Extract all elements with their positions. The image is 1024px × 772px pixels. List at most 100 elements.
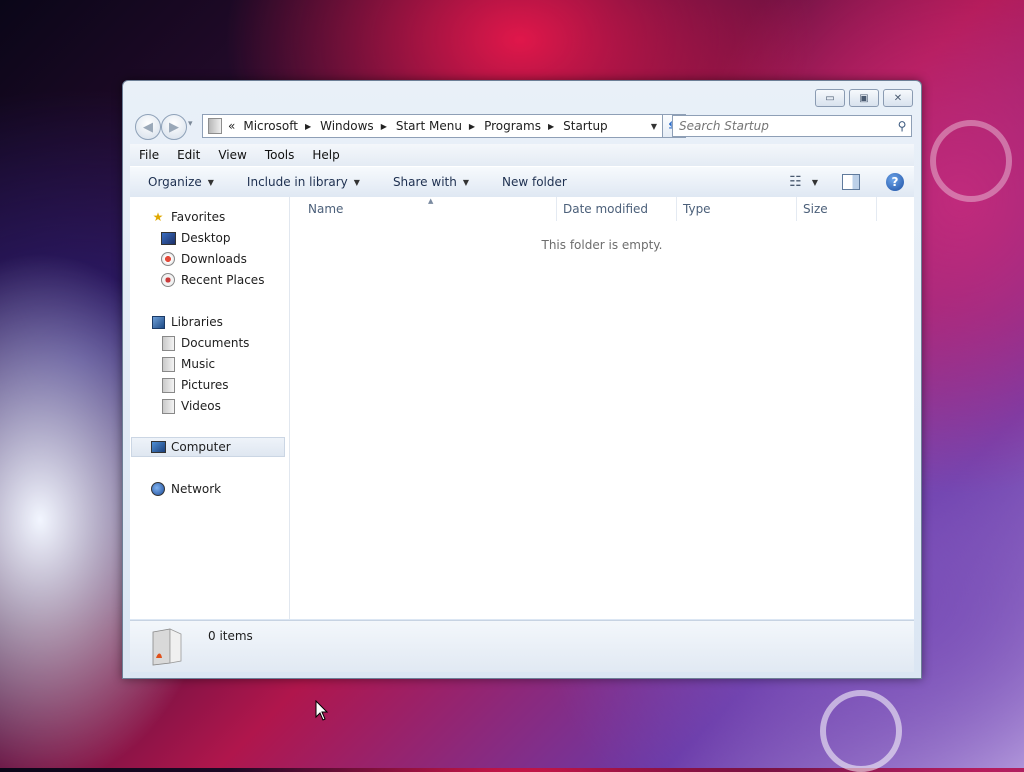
preview-pane-icon[interactable] [842, 174, 860, 190]
menu-edit[interactable]: Edit [168, 148, 209, 162]
libraries-icon [150, 314, 166, 330]
breadcrumb-segment[interactable]: Microsoft ▶ [241, 119, 314, 133]
minimize-button[interactable]: ▭ [815, 89, 845, 107]
caption-buttons: ▭ ▣ ✕ [815, 89, 913, 107]
new-folder-label: New folder [502, 175, 567, 189]
nav-computer[interactable]: Computer [131, 437, 285, 457]
nav-network[interactable]: Network [150, 479, 221, 499]
network-icon [150, 481, 166, 497]
organize-button[interactable]: Organize ▼ [130, 175, 229, 189]
column-name[interactable]: Name [290, 197, 557, 221]
explorer-window: ▭ ▣ ✕ ◀ ▶ ▾ « Microsoft ▶ Windows ▶ Star… [122, 80, 922, 679]
nav-desktop[interactable]: Desktop [160, 228, 231, 248]
search-input[interactable] [673, 118, 893, 134]
breadcrumb-segment[interactable]: Programs ▶ [482, 119, 557, 133]
nav-libraries[interactable]: Libraries [150, 312, 223, 332]
documents-icon [160, 335, 176, 351]
nav-documents-label: Documents [181, 336, 250, 350]
menu-file[interactable]: File [130, 148, 168, 162]
forward-button[interactable]: ▶ [161, 114, 187, 140]
nav-videos-label: Videos [181, 399, 221, 413]
chevron-right-icon[interactable]: ▶ [378, 122, 390, 131]
menu-help[interactable]: Help [303, 148, 348, 162]
nav-music-label: Music [181, 357, 216, 371]
folder-icon [208, 118, 222, 134]
address-bar[interactable]: « Microsoft ▶ Windows ▶ Start Menu ▶ Pro… [202, 114, 664, 138]
help-icon[interactable]: ? [886, 173, 904, 191]
navigation-pane: ★ Favorites Desktop Downloads Recent Pla… [130, 197, 290, 619]
mouse-pointer-icon [315, 700, 329, 721]
include-in-library-button[interactable]: Include in library ▼ [229, 175, 375, 189]
organize-label: Organize [148, 175, 202, 189]
nav-network-label: Network [171, 482, 222, 496]
downloads-icon [160, 251, 176, 267]
search-box[interactable]: ⚲ [672, 115, 912, 137]
chevron-down-icon[interactable]: ▼ [812, 178, 818, 187]
computer-icon [150, 439, 166, 455]
share-with-label: Share with [392, 175, 457, 189]
address-dropdown-icon[interactable]: ▼ [645, 122, 663, 131]
breadcrumb-startup[interactable]: Startup [561, 119, 612, 133]
nav-computer-label: Computer [171, 440, 231, 454]
file-list[interactable]: ▲ Name Date modified Type Size This fold… [290, 197, 914, 619]
chevron-down-icon: ▼ [353, 177, 360, 187]
view-list-icon: ☷ [789, 174, 802, 190]
share-with-button[interactable]: Share with ▼ [375, 175, 484, 189]
nav-documents[interactable]: Documents [160, 333, 249, 353]
breadcrumb-segment[interactable]: Windows ▶ [318, 119, 390, 133]
breadcrumb-start-menu[interactable]: Start Menu [394, 119, 466, 133]
column-date-modified[interactable]: Date modified [557, 197, 677, 221]
column-size[interactable]: Size [797, 197, 877, 221]
music-icon [160, 356, 176, 372]
chevron-down-icon: ▼ [462, 177, 469, 187]
videos-icon [160, 398, 176, 414]
star-icon: ★ [152, 210, 164, 224]
recent-pages-dropdown[interactable]: ▾ [188, 119, 193, 129]
maximize-button[interactable]: ▣ [849, 89, 879, 107]
nav-videos[interactable]: Videos [160, 396, 221, 416]
breadcrumb-windows[interactable]: Windows [318, 119, 378, 133]
desktop-icon [160, 230, 176, 246]
empty-folder-message: This folder is empty. [541, 238, 663, 252]
navigation-row: ◀ ▶ ▾ « Microsoft ▶ Windows ▶ Start Menu… [131, 112, 913, 140]
column-type[interactable]: Type [677, 197, 797, 221]
breadcrumb-overflow[interactable]: « [226, 119, 241, 133]
close-button[interactable]: ✕ [883, 89, 913, 107]
chevron-right-icon[interactable]: ▶ [545, 122, 557, 131]
nav-music[interactable]: Music [160, 354, 215, 374]
nav-pictures[interactable]: Pictures [160, 375, 229, 395]
recent-places-icon [160, 272, 176, 288]
chevron-down-icon: ▼ [207, 177, 214, 187]
wallpaper-swirl [820, 690, 902, 772]
nav-favorites-label: Favorites [171, 210, 226, 224]
wallpaper-swirl [930, 120, 1012, 202]
nav-recent-places-label: Recent Places [181, 273, 265, 287]
details-pane: 0 items [130, 620, 914, 672]
breadcrumb-microsoft[interactable]: Microsoft [241, 119, 302, 133]
breadcrumb-segment[interactable]: Start Menu ▶ [394, 119, 478, 133]
nav-downloads[interactable]: Downloads [160, 249, 247, 269]
menu-view[interactable]: View [209, 148, 255, 162]
nav-favorites[interactable]: ★ Favorites [150, 207, 226, 227]
item-count: 0 items [208, 629, 253, 643]
search-icon[interactable]: ⚲ [893, 119, 911, 133]
nav-desktop-label: Desktop [181, 231, 231, 245]
nav-pictures-label: Pictures [181, 378, 229, 392]
column-headers: Name Date modified Type Size [290, 197, 914, 221]
pictures-icon [160, 377, 176, 393]
folder-icon [152, 628, 182, 666]
chevron-right-icon[interactable]: ▶ [302, 122, 314, 131]
command-bar: Organize ▼ Include in library ▼ Share wi… [130, 166, 914, 198]
menu-tools[interactable]: Tools [256, 148, 304, 162]
breadcrumb-segment[interactable]: Startup [561, 119, 612, 133]
new-folder-button[interactable]: New folder [484, 175, 582, 189]
nav-recent-places[interactable]: Recent Places [160, 270, 264, 290]
include-in-library-label: Include in library [246, 175, 348, 189]
back-button[interactable]: ◀ [135, 114, 161, 140]
breadcrumb-programs[interactable]: Programs [482, 119, 545, 133]
menu-bar: File Edit View Tools Help [130, 144, 914, 166]
nav-libraries-label: Libraries [171, 315, 223, 329]
nav-downloads-label: Downloads [181, 252, 247, 266]
change-view-button[interactable]: ☷ ▼ [789, 174, 818, 190]
chevron-right-icon[interactable]: ▶ [466, 122, 478, 131]
